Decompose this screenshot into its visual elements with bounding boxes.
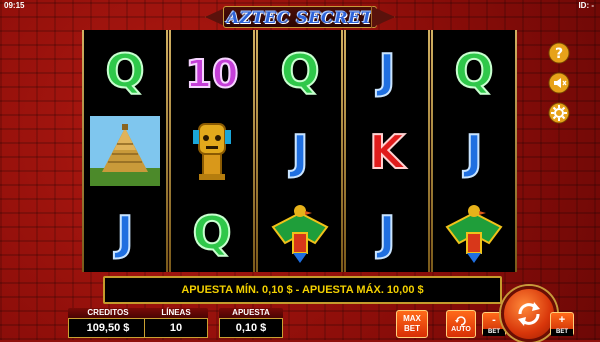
- help-icon: ?: [548, 42, 570, 64]
- session-id: ID: -: [578, 1, 594, 10]
- symbol-j: J: [260, 112, 340, 190]
- svg-text:Q: Q: [106, 44, 145, 98]
- symbol-q: Q: [260, 31, 340, 109]
- max-bet-label-1: MAX: [403, 314, 421, 323]
- reel-4: JKJ: [343, 30, 431, 272]
- svg-text:J: J: [375, 206, 395, 260]
- svg-text:J: J: [462, 125, 482, 179]
- bet-label: APUESTA: [219, 308, 283, 318]
- bet-minus-tag: BET: [483, 329, 505, 336]
- symbol-idol-icon: [172, 112, 252, 190]
- settings-button[interactable]: [548, 102, 570, 124]
- lines-value: 10: [144, 318, 208, 338]
- symbol-j: J: [434, 112, 514, 190]
- svg-text:Q: Q: [454, 44, 493, 98]
- svg-text:Q: Q: [193, 206, 232, 260]
- sound-button[interactable]: [548, 72, 570, 94]
- game-title: AZTEC SECRET: [226, 7, 374, 27]
- bet-value: 0,10 $: [219, 318, 283, 338]
- bet-panel[interactable]: APUESTA 0,10 $: [219, 308, 283, 338]
- lines-label: LÍNEAS: [144, 308, 208, 318]
- symbol-bird-icon: [434, 193, 514, 271]
- lines-panel[interactable]: LÍNEAS 10: [144, 308, 208, 338]
- bet-limits-message: APUESTA MÍN. 0,10 $ - APUESTA MÁX. 10,00…: [103, 276, 502, 304]
- symbol-bird-icon: [260, 193, 340, 271]
- svg-text:J: J: [114, 206, 134, 260]
- svg-text:10: 10: [186, 52, 239, 96]
- symbol-k: K: [347, 112, 427, 190]
- symbol-j: J: [347, 31, 427, 109]
- symbol-j: J: [85, 193, 165, 271]
- bet-minus-symbol: -: [492, 314, 496, 326]
- autoplay-icon: [455, 316, 466, 326]
- settings-icon: [548, 102, 570, 124]
- clock: 09:15: [4, 1, 25, 10]
- symbol-j: J: [347, 193, 427, 271]
- reel-1: Q J: [81, 30, 169, 272]
- reels-grid: Q J 10 QQJ JKJQJ: [81, 30, 518, 272]
- reel-3: QJ: [256, 30, 343, 272]
- bet-plus-tag: BET: [551, 329, 573, 336]
- max-bet-label-2: BET: [404, 324, 420, 333]
- credits-value: 109,50 $: [68, 318, 148, 338]
- credits-panel: CREDITOS 109,50 $: [68, 308, 148, 338]
- help-button[interactable]: ?: [548, 42, 570, 64]
- symbol-q: Q: [85, 31, 165, 109]
- svg-text:J: J: [375, 44, 395, 98]
- bet-increase-button[interactable]: + BET: [550, 312, 574, 336]
- svg-text:?: ?: [555, 46, 563, 62]
- max-bet-button[interactable]: MAX BET: [396, 310, 428, 338]
- credits-label: CREDITOS: [68, 308, 148, 318]
- symbol-ten: 10: [172, 31, 252, 109]
- spin-button[interactable]: [501, 286, 557, 342]
- bet-plus-symbol: +: [558, 314, 566, 326]
- reel-2: 10 Q: [169, 30, 256, 272]
- sound-icon: [548, 72, 570, 94]
- svg-text:J: J: [288, 125, 308, 179]
- symbol-pyramid-icon: [85, 112, 165, 190]
- svg-text:K: K: [369, 125, 407, 179]
- svg-text:Q: Q: [280, 44, 319, 98]
- auto-label: AUTO: [451, 326, 471, 333]
- auto-spin-button[interactable]: AUTO: [446, 310, 476, 338]
- symbol-q: Q: [434, 31, 514, 109]
- logo-wing-right: [371, 6, 395, 28]
- spin-icon: [518, 302, 540, 326]
- reel-5: QJ: [430, 30, 518, 272]
- game-logo: AZTEC SECRET: [205, 4, 395, 30]
- symbol-q: Q: [172, 193, 252, 271]
